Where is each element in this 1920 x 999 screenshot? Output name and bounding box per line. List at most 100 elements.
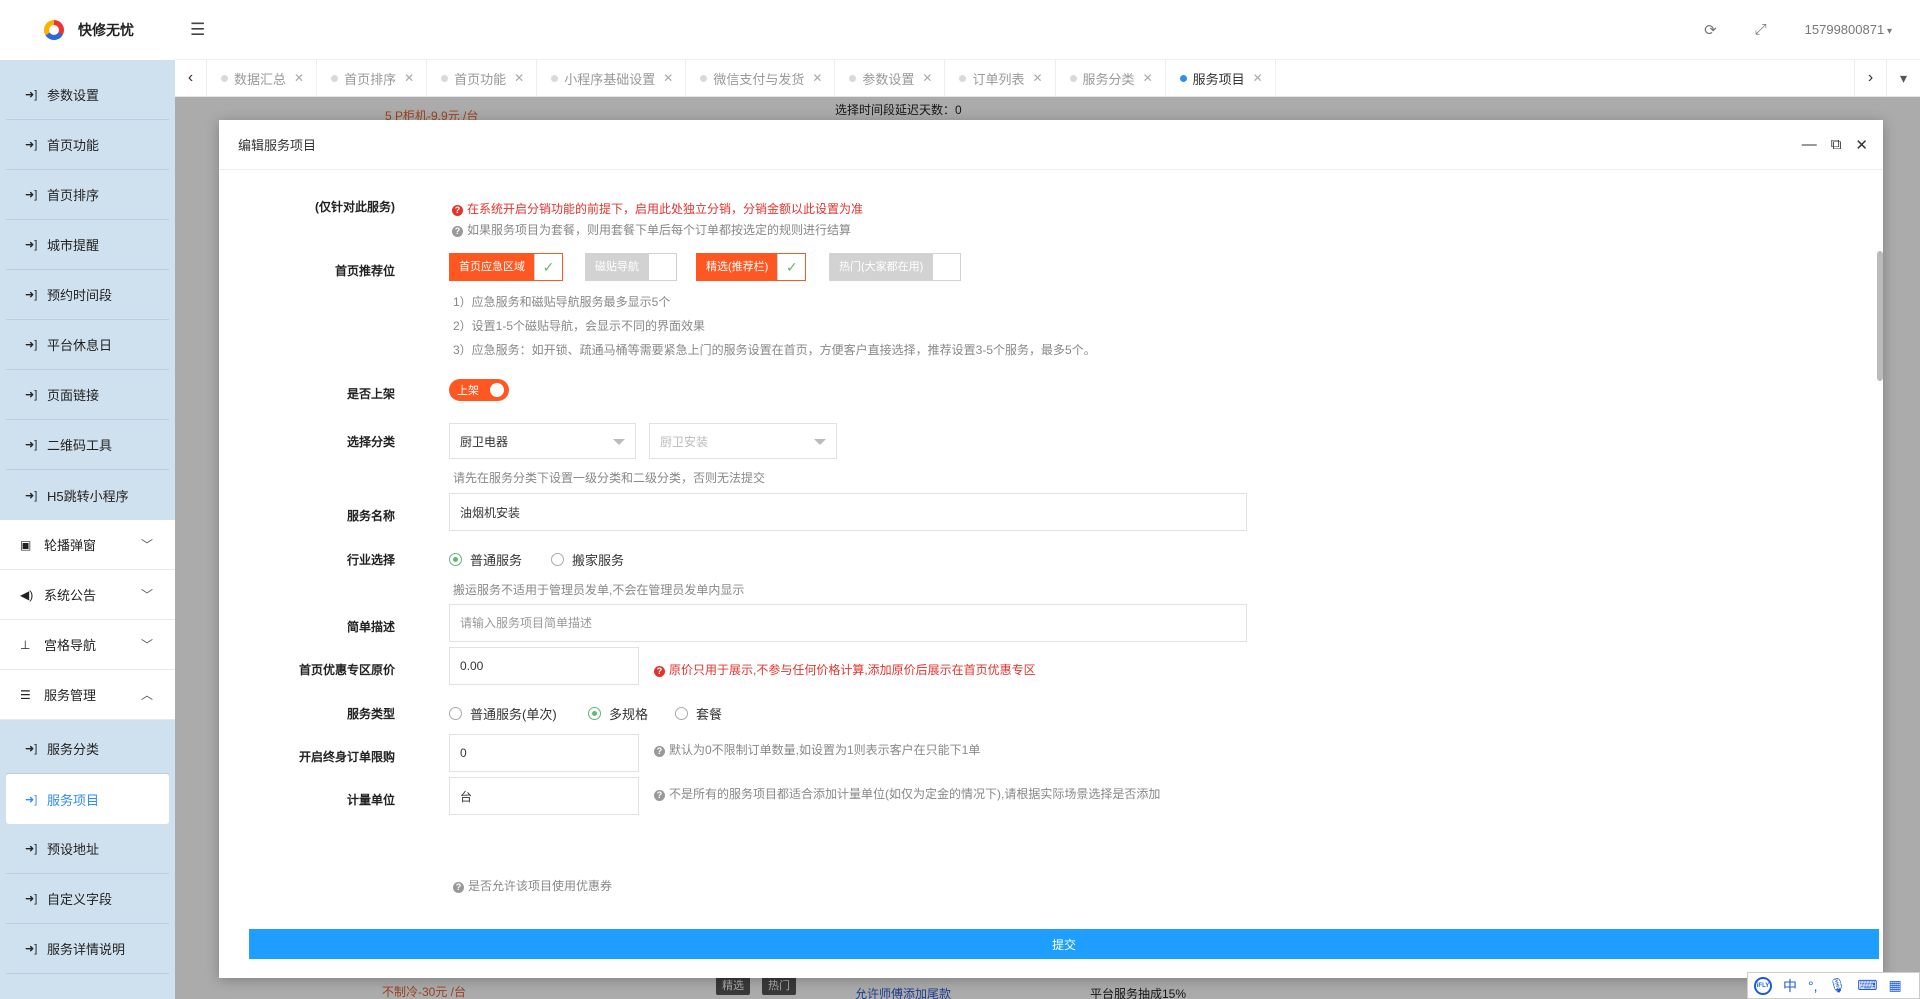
recommend-emergency-checkbox[interactable]: 首页应急区域 ✓ xyxy=(449,253,563,281)
sidebar-group-service-mgmt[interactable]: ☰ 服务管理 ︿ xyxy=(0,670,175,720)
tab-dot-icon xyxy=(959,74,967,82)
minimize-icon[interactable]: — xyxy=(1802,136,1817,154)
limit-input[interactable] xyxy=(449,734,639,772)
desc-label: 简单描述 xyxy=(346,620,395,634)
recommend-featured-checkbox[interactable]: 精选(推荐栏) ✓ xyxy=(696,253,807,281)
tab-scroll-left-icon[interactable]: ‹ xyxy=(175,59,207,97)
unit-hint: ? 不是所有的服务项目都适合添加计量单位(如仅为定金的情况下),请根据实际场景选择… xyxy=(654,785,1160,802)
sidebar-item-city-remind[interactable]: ➜] 城市提醒 xyxy=(6,220,169,270)
keyboard-icon[interactable]: ⌨ xyxy=(1857,977,1877,994)
tab-miniapp-settings[interactable]: 小程序基础设置 ✕ xyxy=(537,59,687,97)
sign-in-icon: ➜] xyxy=(25,89,38,101)
service-name-input[interactable] xyxy=(449,493,1247,531)
close-icon[interactable]: ✕ xyxy=(514,71,524,85)
sidebar-item-service-detail[interactable]: ➜] 服务详情说明 xyxy=(6,924,169,974)
close-icon[interactable]: ✕ xyxy=(294,71,304,85)
menu-toggle-icon[interactable]: ☰ xyxy=(190,20,205,40)
grid-menu-icon[interactable]: ▦ xyxy=(1889,977,1902,994)
sidebar-group-notice[interactable]: ◀) 系统公告 ﹀ xyxy=(0,570,175,620)
sidebar-item-label: 首页排序 xyxy=(47,188,100,203)
scroll-thumb[interactable] xyxy=(1877,251,1883,381)
punctuation-icon[interactable]: °, xyxy=(1808,978,1818,994)
sidebar-item-qrcode[interactable]: ➜] 二维码工具 xyxy=(6,420,169,470)
tab-service-project[interactable]: 服务项目 ✕ xyxy=(1166,59,1276,97)
sidebar-item-preset-address[interactable]: ➜] 预设地址 xyxy=(6,824,169,874)
server-icon: ☰ xyxy=(20,687,31,702)
tab-label: 服务项目 xyxy=(1192,71,1245,87)
radio-circle xyxy=(449,553,462,566)
recommend-label: 首页推荐位 xyxy=(334,264,395,278)
close-icon[interactable]: ✕ xyxy=(404,71,414,85)
sidebar-group-carousel[interactable]: ▣ 轮播弹窗 ﹀ xyxy=(0,520,175,570)
sidebar-item-h5-jump[interactable]: ➜] H5跳转小程序 xyxy=(6,470,169,520)
close-icon[interactable]: ✕ xyxy=(663,71,673,85)
category-second-select[interactable]: 厨卫安装 xyxy=(649,423,837,459)
radio-circle xyxy=(588,707,601,720)
close-icon[interactable]: ✕ xyxy=(922,71,932,85)
industry-normal-radio[interactable]: 普通服务 xyxy=(449,550,522,569)
hint-text: 如果服务项目为套餐，则用套餐下单后每个订单都按选定的规则进行结算 xyxy=(467,223,852,237)
tab-orders[interactable]: 订单列表 ✕ xyxy=(945,59,1056,97)
logo-text: 快修无忧 xyxy=(78,22,134,38)
check-icon: ✓ xyxy=(777,254,806,280)
user-account-menu[interactable]: 15799800871 xyxy=(1805,22,1892,37)
sidebar-item-custom-field[interactable]: ➜] 自定义字段 xyxy=(6,874,169,924)
switch-text: 上架 xyxy=(457,385,479,397)
category-label: 选择分类 xyxy=(346,435,395,449)
sidebar-item-rest-day[interactable]: ➜] 平台休息日 xyxy=(6,320,169,370)
modal-scrollbar[interactable] xyxy=(1877,171,1883,978)
tab-wechat-pay[interactable]: 微信支付与发货 ✕ xyxy=(686,59,836,97)
service-desc-input[interactable] xyxy=(449,604,1247,642)
tab-dashboard[interactable]: 数据汇总 ✕ xyxy=(207,59,318,97)
recommend-tile-checkbox[interactable]: 磁贴导航 xyxy=(585,253,677,281)
select-placeholder: 厨卫安装 xyxy=(660,434,709,449)
sidebar-item-home-func[interactable]: ➜] 首页功能 xyxy=(6,120,169,170)
sidebar-item-service-category[interactable]: ➜] 服务分类 xyxy=(6,724,169,774)
close-icon[interactable]: ✕ xyxy=(1032,71,1042,85)
sidebar-item-time-slot[interactable]: ➜] 预约时间段 xyxy=(6,270,169,320)
recommend-hot-checkbox[interactable]: 热门(大家都在用) xyxy=(829,253,962,281)
fullscreen-icon[interactable]: ⤢ xyxy=(1755,21,1767,38)
refresh-icon[interactable]: ⟳ xyxy=(1704,21,1717,39)
tab-params[interactable]: 参数设置 ✕ xyxy=(835,59,946,97)
sidebar-item-params[interactable]: ➜] 参数设置 xyxy=(6,70,169,120)
sidebar-group-label: 宫格导航 xyxy=(44,638,97,653)
category-first-select[interactable]: 厨卫电器 xyxy=(449,423,636,459)
sidebar-item-label: 服务详情说明 xyxy=(47,942,126,957)
tab-options-icon[interactable]: ▾ xyxy=(1886,59,1920,97)
tab-label: 参数设置 xyxy=(862,71,915,87)
close-icon[interactable]: ✕ xyxy=(1143,71,1153,85)
listed-switch[interactable]: 上架 xyxy=(449,379,509,401)
tab-service-category[interactable]: 服务分类 ✕ xyxy=(1056,59,1166,97)
tab-label: 微信支付与发货 xyxy=(713,71,805,87)
tab-home-func[interactable]: 首页功能 ✕ xyxy=(427,59,538,97)
sign-in-icon: ➜] xyxy=(25,439,38,451)
microphone-icon[interactable]: 🎙 xyxy=(1829,977,1847,994)
sidebar-item-service-project[interactable]: ➜] 服务项目 xyxy=(6,774,169,824)
sidebar-item-home-sort[interactable]: ➜] 首页排序 xyxy=(6,170,169,220)
close-icon[interactable]: ✕ xyxy=(1855,136,1868,154)
radio-label: 普通服务(单次) xyxy=(470,707,557,722)
service-type-package-radio[interactable]: 套餐 xyxy=(675,704,722,723)
maximize-icon[interactable]: ⧉ xyxy=(1831,136,1842,154)
radio-label: 套餐 xyxy=(696,707,723,722)
service-type-single-radio[interactable]: 普通服务(单次) xyxy=(449,704,557,723)
recommend-note-2: 2）设置1-5个磁贴导航，会显示不同的界面效果 xyxy=(453,319,706,333)
ime-logo-icon[interactable]: iFLY xyxy=(1754,976,1772,995)
industry-hint: 搬运服务不适用于管理员发单,不会在管理员发单内显示 xyxy=(453,583,745,597)
submit-button[interactable]: 提交 xyxy=(249,929,1879,959)
close-icon[interactable]: ✕ xyxy=(1253,71,1263,85)
image-icon: ▣ xyxy=(20,537,32,552)
sidebar-item-page-link[interactable]: ➜] 页面链接 xyxy=(6,370,169,420)
ime-lang[interactable]: 中 xyxy=(1783,976,1797,996)
sidebar-item-label: 自定义字段 xyxy=(47,892,113,907)
service-type-multi-radio[interactable]: 多规格 xyxy=(588,704,648,723)
sidebar-group-grid-nav[interactable]: ⊥ 宫格导航 ﹀ xyxy=(0,620,175,670)
tab-home-sort[interactable]: 首页排序 ✕ xyxy=(317,59,428,97)
tab-scroll-right-icon[interactable]: › xyxy=(1854,59,1886,97)
industry-moving-radio[interactable]: 搬家服务 xyxy=(551,550,624,569)
logo[interactable]: 快修无忧 xyxy=(0,0,175,60)
orig-price-input[interactable] xyxy=(449,647,639,685)
unit-input[interactable] xyxy=(449,777,639,815)
close-icon[interactable]: ✕ xyxy=(812,71,822,85)
